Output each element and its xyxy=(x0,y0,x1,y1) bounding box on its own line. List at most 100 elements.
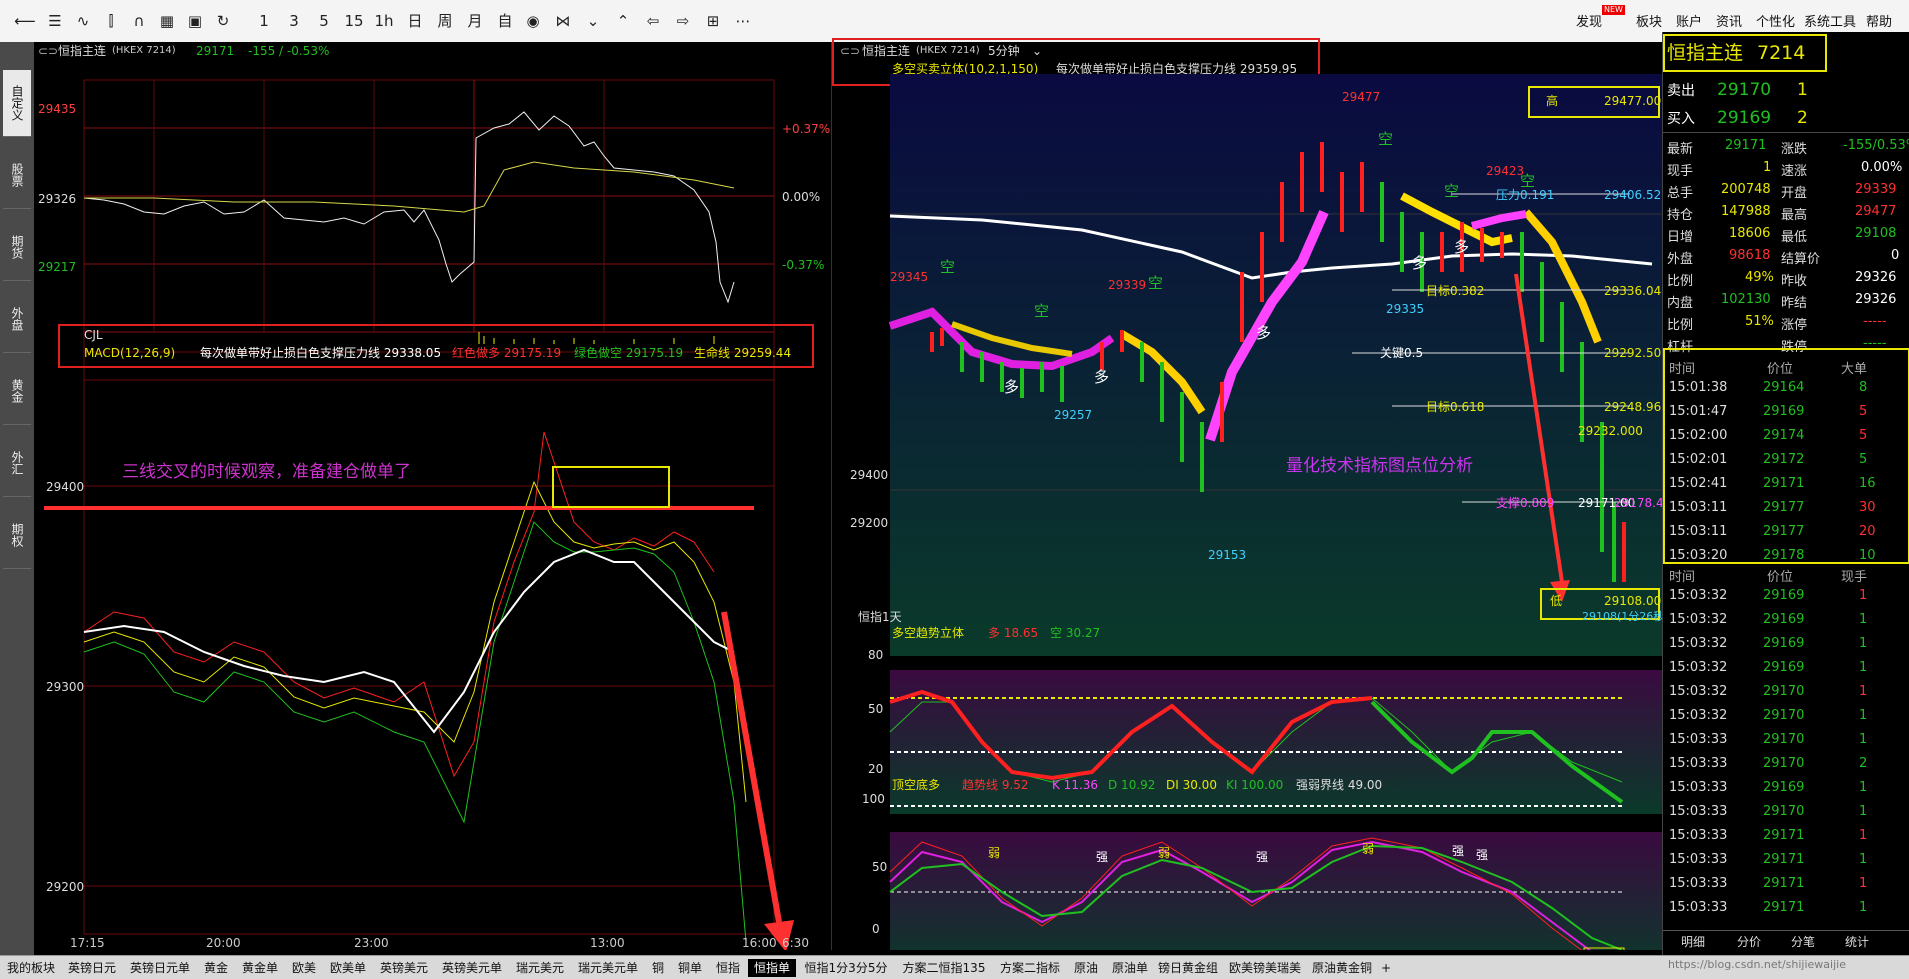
arrow-right-icon[interactable]: ⇨ xyxy=(672,9,694,33)
bottom-tab[interactable]: 英镑美元 xyxy=(374,959,434,977)
big-order-row[interactable]: 15:02:00 29174 5 xyxy=(1663,424,1909,448)
bottom-tab[interactable]: 欧美单 xyxy=(324,959,372,977)
bottom-tab[interactable]: 铜单 xyxy=(672,959,708,977)
sidebar-tab-foreign[interactable]: 外盘 xyxy=(3,286,31,353)
period-1h[interactable]: 1h xyxy=(372,9,396,33)
arrow-left-icon[interactable]: ⇦ xyxy=(642,9,664,33)
period-week[interactable]: 周 xyxy=(434,9,456,33)
kong-mark-4: 空 xyxy=(1378,130,1394,148)
big-order-row[interactable]: 15:01:38 29164 8 xyxy=(1663,376,1909,400)
period-day[interactable]: 日 xyxy=(404,9,426,33)
right-y-label-2: 29200 xyxy=(850,516,889,530)
bottom-tab[interactable]: 瑞元美元 xyxy=(510,959,570,977)
big-order-row[interactable]: 15:02:41 29171 16 xyxy=(1663,472,1909,496)
bottom-tab[interactable]: 黄金单 xyxy=(236,959,284,977)
bottom-tab[interactable]: 瑞元美元单 xyxy=(572,959,644,977)
sub2-name[interactable]: 顶空底多 xyxy=(892,778,940,792)
bottom-tab[interactable]: 恒指单 xyxy=(748,959,796,977)
bottom-tab[interactable]: 铜 xyxy=(646,959,670,977)
big-order-row[interactable]: 15:02:01 29172 5 xyxy=(1663,448,1909,472)
layout-icon[interactable]: ⊞ xyxy=(702,9,724,33)
table-icon[interactable]: ▦ xyxy=(156,9,178,33)
intraday-chart-panel[interactable]: ⊂⊃ 恒指主连 (HKEX 7214) 29171 -155 / -0.53% xyxy=(34,42,832,950)
macd-label[interactable]: MACD(12,26,9) xyxy=(84,346,175,360)
big-order-row[interactable]: 15:03:11 29177 30 xyxy=(1663,496,1909,520)
tab-detail[interactable]: 明细 xyxy=(1681,935,1705,949)
tick-row[interactable]: 15:03:32 29170 1 xyxy=(1663,704,1909,728)
period-3min[interactable]: 3 xyxy=(284,9,304,33)
sidebar-tab-forex[interactable]: 外汇 xyxy=(3,430,31,497)
menu-help[interactable]: 帮助 xyxy=(1866,11,1892,30)
sidebar-tab-options[interactable]: 期权 xyxy=(3,502,31,569)
sidebar-tab-stocks[interactable]: 股票 xyxy=(3,142,31,209)
sidebar-tab-custom[interactable]: 自定义 xyxy=(3,70,31,137)
period-1min[interactable]: 1 xyxy=(254,9,274,33)
menu-system-tools[interactable]: 系统工具 xyxy=(1804,11,1856,30)
tick-row[interactable]: 15:03:32 29169 1 xyxy=(1663,632,1909,656)
x-label-1: 17:15 xyxy=(70,936,105,950)
tick-row[interactable]: 15:03:33 29171 1 xyxy=(1663,896,1909,920)
bottom-tab[interactable]: 恒指1分3分5分 xyxy=(798,959,894,977)
big-order-row[interactable]: 15:03:11 29177 20 xyxy=(1663,520,1909,544)
tick-row[interactable]: 15:03:32 29169 1 xyxy=(1663,584,1909,608)
chevron-up-icon[interactable]: ⌃ xyxy=(612,9,634,33)
period-custom[interactable]: 自 xyxy=(494,9,516,33)
tick-row[interactable]: 15:03:33 29171 1 xyxy=(1663,872,1909,896)
sidebar-tab-futures[interactable]: 期货 xyxy=(3,214,31,281)
candlestick-icon[interactable]: ⫿ xyxy=(100,9,122,33)
bottom-tab[interactable]: 英镑日元单 xyxy=(124,959,196,977)
ruo-mark-3: 弱 xyxy=(1362,842,1375,856)
tick-row[interactable]: 15:03:32 29169 1 xyxy=(1663,656,1909,680)
bottom-tab[interactable]: 原油黄金铜 xyxy=(1310,959,1374,977)
cross-icon[interactable]: ⋈ xyxy=(552,9,574,33)
bottom-tab[interactable]: 原油 xyxy=(1068,959,1104,977)
bottom-tab[interactable]: 恒指 xyxy=(710,959,746,977)
tick-row[interactable]: 15:03:33 29170 1 xyxy=(1663,728,1909,752)
eye-icon[interactable]: ◉ xyxy=(522,9,544,33)
add-tab-button[interactable]: + xyxy=(1376,959,1396,977)
tab-stats[interactable]: 统计 xyxy=(1845,935,1869,949)
menu-discover[interactable]: 发现 xyxy=(1576,11,1602,30)
more-icon[interactable]: ⋯ xyxy=(732,9,754,33)
bottom-tab[interactable]: 方案二指标 xyxy=(994,959,1066,977)
tick-row[interactable]: 15:03:32 29170 1 xyxy=(1663,680,1909,704)
bottom-tab[interactable]: 原油单 xyxy=(1106,959,1154,977)
tab-tick[interactable]: 分笔 xyxy=(1791,935,1815,949)
menu-sector[interactable]: 板块 xyxy=(1636,11,1662,30)
list-icon[interactable]: ☰ xyxy=(44,9,66,33)
tick-row[interactable]: 15:03:33 29170 1 xyxy=(1663,800,1909,824)
bottom-tab[interactable]: 黄金 xyxy=(198,959,234,977)
bottom-tab[interactable]: 欧美 xyxy=(286,959,322,977)
period-15min[interactable]: 15 xyxy=(342,9,366,33)
chevron-down-icon[interactable]: ⌄ xyxy=(582,9,604,33)
sidebar-tab-gold[interactable]: 黄金 xyxy=(3,358,31,425)
period-month[interactable]: 月 xyxy=(464,9,486,33)
menu-account[interactable]: 账户 xyxy=(1676,11,1702,30)
bottom-tab[interactable]: 我的板块 xyxy=(2,959,60,977)
period-5min[interactable]: 5 xyxy=(314,9,334,33)
bottom-tab[interactable]: 镑日黄金组 xyxy=(1156,959,1220,977)
bottom-tab[interactable]: 英镑美元单 xyxy=(436,959,508,977)
mark-29335: 29335 xyxy=(1386,302,1425,316)
sub1-name[interactable]: 多空趋势立体 xyxy=(892,626,964,640)
bottom-tab[interactable]: 方案二恒指135 xyxy=(896,959,992,977)
tick-row[interactable]: 15:03:33 29169 1 xyxy=(1663,776,1909,800)
bottom-tab[interactable]: 欧美镑美瑞美 xyxy=(1222,959,1308,977)
tick-row[interactable]: 15:03:33 29171 1 xyxy=(1663,848,1909,872)
menu-personalize[interactable]: 个性化 xyxy=(1756,11,1795,30)
stats-row: 外盘 98618 结算价 0 xyxy=(1667,248,1900,267)
back-arrow-icon[interactable]: ⟵ xyxy=(14,9,36,33)
line-chart-icon[interactable]: ∿ xyxy=(72,9,94,33)
big-order-row[interactable]: 15:01:47 29169 5 xyxy=(1663,400,1909,424)
magnet-icon[interactable]: ∩ xyxy=(128,9,150,33)
tab-price-dist[interactable]: 分价 xyxy=(1737,935,1761,949)
menu-news[interactable]: 资讯 xyxy=(1716,11,1742,30)
tick-row[interactable]: 15:03:33 29171 1 xyxy=(1663,824,1909,848)
tick-row[interactable]: 15:03:32 29169 1 xyxy=(1663,608,1909,632)
kline-chart-panel[interactable]: ⊂⊃ 恒指主连 (HKEX 7214) 5分钟 ⌄ 多空买卖立体(10,2,1,… xyxy=(832,38,1671,950)
tick-row[interactable]: 15:03:33 29170 2 xyxy=(1663,752,1909,776)
save-icon[interactable]: ▣ xyxy=(184,9,206,33)
refresh-icon[interactable]: ↻ xyxy=(212,9,234,33)
big-orders-header: 时间 价位 大单 xyxy=(1669,362,1868,377)
bottom-tab[interactable]: 英镑日元 xyxy=(62,959,122,977)
